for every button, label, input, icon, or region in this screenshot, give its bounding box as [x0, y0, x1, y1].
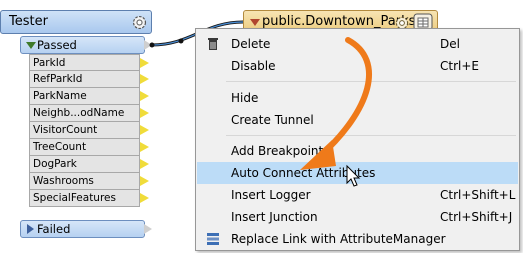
attribute-connector[interactable]	[140, 176, 149, 186]
menu-item-auto-connect-attributes[interactable]: Auto Connect Attributes	[197, 162, 518, 184]
expand-triangle-icon[interactable]	[250, 19, 260, 26]
attribute-row[interactable]: VisitorCount	[29, 122, 149, 139]
delete-icon	[208, 38, 218, 50]
menu-item-delete[interactable]: Delete Del	[197, 33, 518, 55]
transformer-title: Tester	[9, 14, 48, 29]
attribute-list: ParkId RefParkId ParkName Neighb...odNam…	[29, 54, 149, 207]
attribute-connector[interactable]	[140, 159, 149, 169]
attribute-row[interactable]: DogPark	[29, 156, 149, 173]
attribute-row[interactable]: RefParkId	[29, 71, 149, 88]
menu-item-create-tunnel[interactable]: Create Tunnel	[197, 109, 518, 131]
attribute-manager-icon	[207, 233, 219, 245]
expand-triangle-icon[interactable]	[27, 224, 34, 234]
menu-item-insert-junction[interactable]: Insert Junction Ctrl+Shift+J	[197, 206, 518, 228]
failed-port[interactable]: Failed	[20, 220, 145, 238]
passed-output-connector[interactable]	[144, 40, 152, 50]
attribute-connector[interactable]	[140, 91, 149, 101]
menu-separator	[226, 81, 516, 82]
failed-output-connector[interactable]	[144, 224, 152, 234]
attribute-connector[interactable]	[140, 74, 149, 84]
attribute-connector[interactable]	[140, 193, 149, 203]
attribute-connector[interactable]	[140, 58, 149, 68]
attribute-row[interactable]: Washrooms	[29, 173, 149, 190]
passed-port[interactable]: Passed	[20, 36, 145, 54]
menu-item-insert-logger[interactable]: Insert Logger Ctrl+Shift+L	[197, 184, 518, 206]
expand-triangle-icon[interactable]	[26, 42, 36, 49]
attribute-connector[interactable]	[140, 108, 149, 118]
workspace-canvas[interactable]: Tester Passed ParkId RefParkId ParkName …	[0, 0, 523, 253]
menu-item-hide[interactable]: Hide	[197, 87, 518, 109]
attribute-row[interactable]: SpecialFeatures	[29, 190, 149, 207]
attribute-row[interactable]: TreeCount	[29, 139, 149, 156]
passed-port-label: Passed	[37, 38, 77, 52]
menu-item-replace-link[interactable]: Replace Link with AttributeManager	[197, 228, 518, 250]
attribute-row[interactable]: Neighb...odName	[29, 105, 149, 122]
attribute-connector[interactable]	[140, 125, 149, 135]
attribute-row[interactable]: ParkId	[29, 54, 149, 71]
context-menu: Delete Del Disable Ctrl+E Hide Create Tu…	[195, 28, 520, 251]
menu-separator	[226, 135, 516, 136]
menu-item-add-breakpoint[interactable]: Add Breakpoint	[197, 140, 518, 162]
menu-item-disable[interactable]: Disable Ctrl+E	[197, 55, 518, 77]
attribute-row[interactable]: ParkName	[29, 88, 149, 105]
attribute-connector[interactable]	[140, 142, 149, 152]
tester-transformer[interactable]: Tester	[0, 10, 152, 34]
failed-port-label: Failed	[37, 222, 71, 236]
gear-icon[interactable]	[131, 14, 148, 31]
writer-title: public.Downtown_Parks	[262, 14, 416, 29]
